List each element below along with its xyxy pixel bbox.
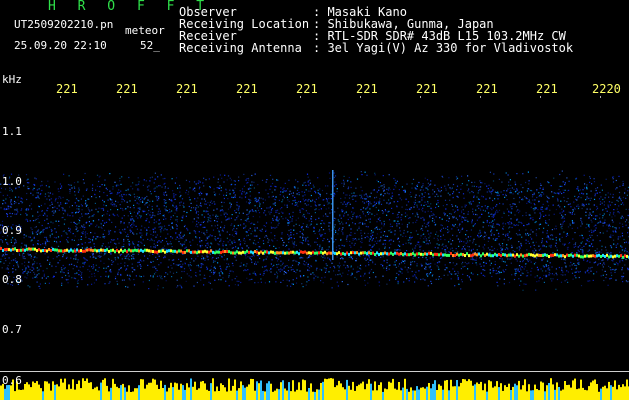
time-tick-mark bbox=[420, 96, 421, 98]
time-tick-mark bbox=[360, 96, 361, 98]
capture-number: 52_ bbox=[140, 39, 160, 52]
frequency-tick-label: 1.0 bbox=[2, 175, 22, 188]
time-tick-mark bbox=[600, 96, 601, 98]
time-tick-mark bbox=[180, 96, 181, 98]
time-tick-label: 221 bbox=[116, 82, 138, 96]
time-tick-mark bbox=[240, 96, 241, 98]
time-tick-mark bbox=[480, 96, 481, 98]
time-tick-label: 221 bbox=[296, 82, 318, 96]
time-tick-label: 221 bbox=[176, 82, 198, 96]
frequency-tick-label: 0.6 bbox=[2, 374, 22, 387]
time-tick-label: 2220 bbox=[592, 82, 621, 96]
frequency-tick-label: 0.8 bbox=[2, 273, 22, 286]
time-tick-mark bbox=[60, 96, 61, 98]
noise-band bbox=[0, 170, 629, 291]
time-tick-mark bbox=[300, 96, 301, 98]
info-key-antenna: Receiving Antenna bbox=[179, 41, 302, 55]
time-tick-mark bbox=[120, 96, 121, 98]
frequency-tick-label: 0.9 bbox=[2, 224, 22, 237]
spectrogram-canvas bbox=[0, 96, 629, 400]
frequency-tick-label: 0.7 bbox=[2, 323, 22, 336]
file-name: UT2509202210.pn bbox=[14, 18, 114, 31]
time-tick-mark bbox=[540, 96, 541, 98]
info-value-antenna: : 3el Yagi(V) Az 330 for Vladivostok bbox=[313, 41, 574, 55]
power-strip bbox=[0, 378, 629, 400]
capture-datetime: 25.09.20 22:10 bbox=[14, 39, 107, 52]
time-tick-label: 221 bbox=[356, 82, 378, 96]
frequency-tick-label: 1.1 bbox=[2, 125, 22, 138]
time-tick-label: 221 bbox=[56, 82, 78, 96]
file-suffix: meteor bbox=[125, 24, 165, 37]
time-tick-label: 221 bbox=[236, 82, 258, 96]
frequency-unit-label: kHz bbox=[2, 73, 22, 86]
time-tick-label: 221 bbox=[536, 82, 558, 96]
power-divider-line bbox=[0, 371, 629, 372]
time-tick-label: 221 bbox=[476, 82, 498, 96]
spectrogram-screen: H R O F F T UT2509202210.pn meteor 25.09… bbox=[0, 0, 629, 400]
meteor-ping bbox=[332, 170, 334, 260]
time-tick-label: 221 bbox=[416, 82, 438, 96]
